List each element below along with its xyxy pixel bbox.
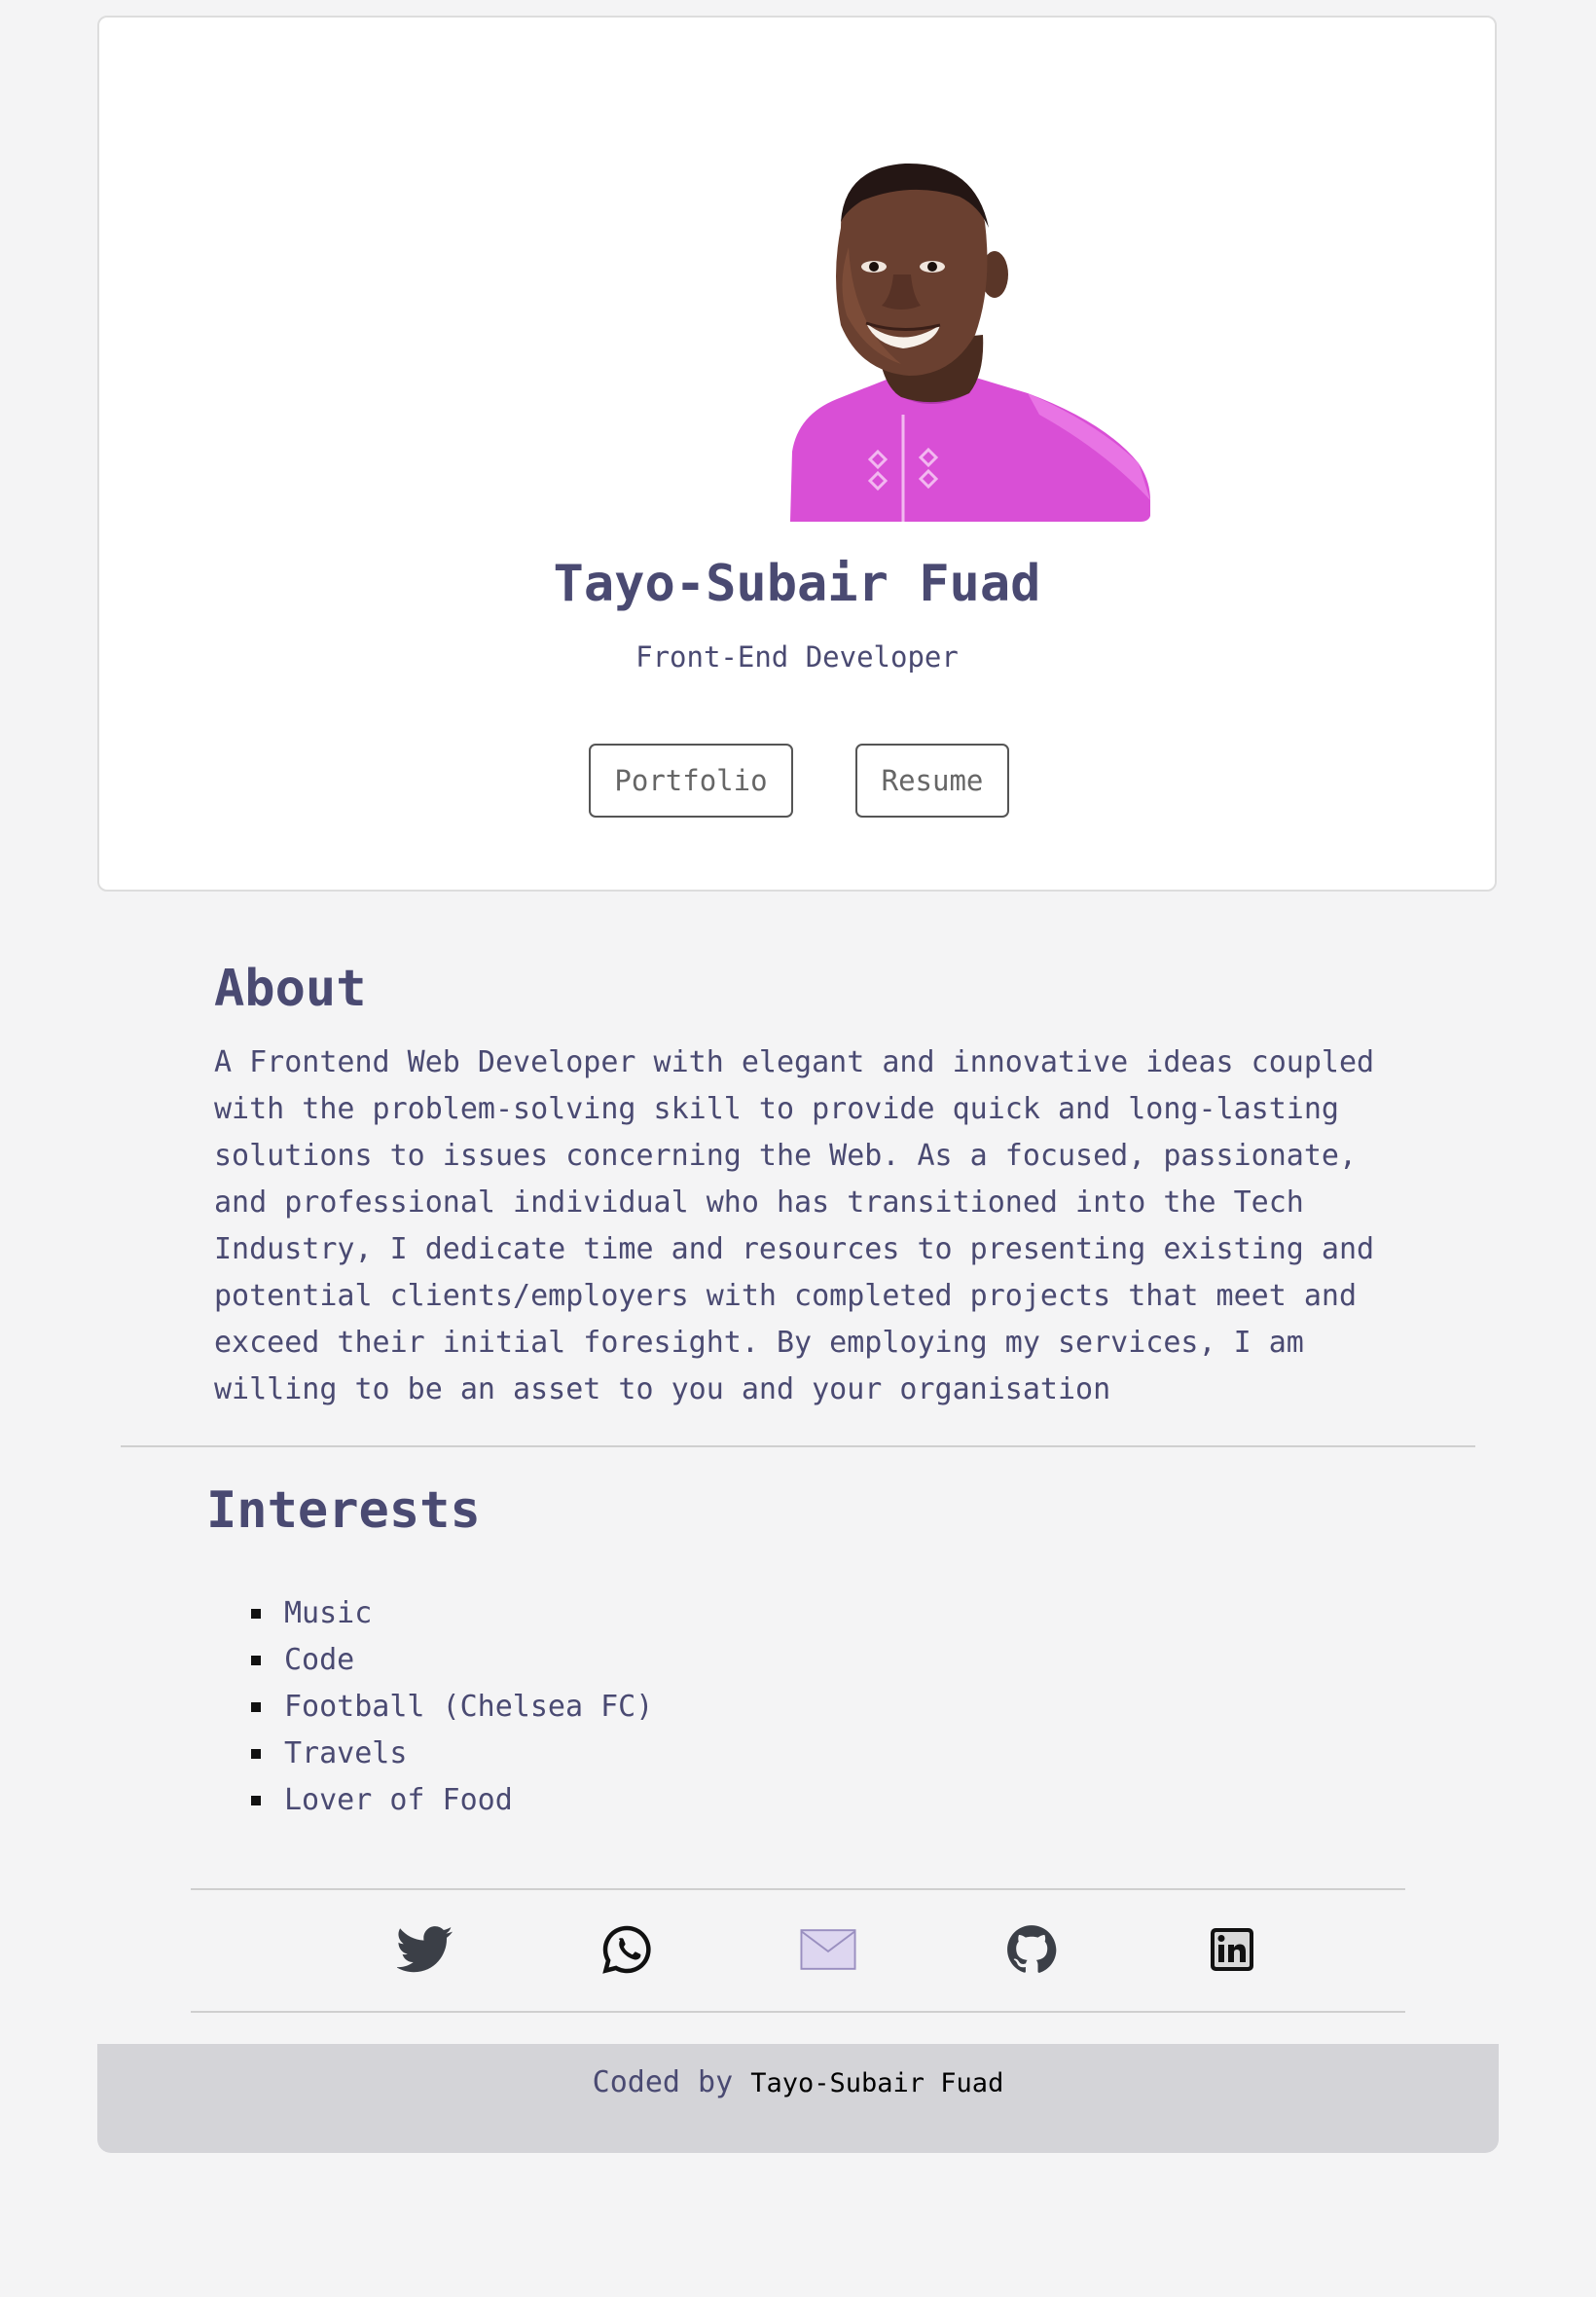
- github-icon[interactable]: [1003, 1923, 1060, 1976]
- list-item: Code: [249, 1637, 653, 1684]
- social-divider-top: [191, 1888, 1405, 1890]
- profile-card: Tayo-Subair Fuad Front-End Developer Por…: [97, 16, 1497, 892]
- social-divider-bottom: [191, 2011, 1405, 2013]
- profile-name: Tayo-Subair Fuad: [553, 555, 1041, 613]
- resume-button[interactable]: Resume: [855, 744, 1009, 818]
- footer-credit-prefix: Coded by: [592, 2065, 751, 2099]
- about-text: A Frontend Web Developer with elegant an…: [214, 1045, 1375, 1406]
- twitter-icon[interactable]: [397, 1923, 453, 1976]
- profile-title: Front-End Developer: [635, 640, 959, 674]
- footer: Coded by Tayo-Subair Fuad: [97, 2044, 1499, 2153]
- section-divider: [121, 1445, 1475, 1447]
- list-item: Football (Chelsea FC): [249, 1684, 653, 1731]
- interests-list: Music Code Football (Chelsea FC) Travels…: [249, 1590, 653, 1824]
- whatsapp-icon[interactable]: [598, 1923, 655, 1976]
- list-item: Music: [249, 1590, 653, 1637]
- footer-author-link[interactable]: Tayo-Subair Fuad: [750, 2068, 1003, 2098]
- linkedin-icon[interactable]: [1204, 1923, 1260, 1976]
- about-heading: About: [214, 960, 367, 1018]
- profile-photo: [790, 163, 1150, 522]
- list-item: Travels: [249, 1731, 653, 1777]
- list-item: Lover of Food: [249, 1777, 653, 1824]
- mail-icon[interactable]: [800, 1923, 856, 1976]
- interests-heading: Interests: [206, 1481, 481, 1540]
- portfolio-button[interactable]: Portfolio: [589, 744, 793, 818]
